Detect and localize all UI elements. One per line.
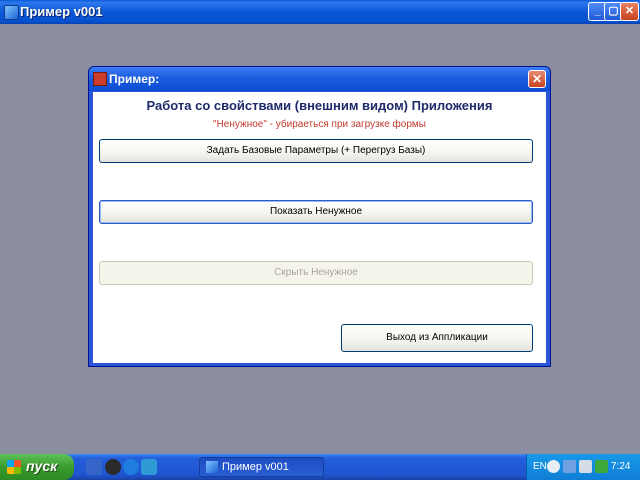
ie-icon[interactable]: [123, 459, 139, 475]
task-window-icon: [206, 461, 218, 473]
system-tray: EN 7:24: [526, 454, 640, 480]
tray-arrow-icon[interactable]: [547, 460, 560, 473]
clock: 7:24: [611, 461, 631, 472]
dialog-heading: Работа со свойствами (внешним видом) При…: [146, 98, 493, 113]
app-title: Пример v001: [20, 4, 103, 19]
media-player-icon[interactable]: [105, 459, 121, 475]
close-button[interactable]: ✕: [620, 2, 639, 21]
taskbar-app-button[interactable]: Пример v001: [199, 457, 324, 477]
vm-icon[interactable]: [563, 460, 576, 473]
start-button[interactable]: пуск: [0, 454, 74, 480]
task-label: Пример v001: [222, 461, 289, 473]
dialog-titlebar: Пример: ✕: [89, 67, 550, 91]
app-window-icon: [4, 5, 19, 20]
show-unneeded-button[interactable]: Показать Ненужное: [99, 200, 533, 224]
dialog-icon: [93, 72, 107, 86]
network-icon[interactable]: [595, 460, 608, 473]
start-label: пуск: [26, 458, 58, 474]
app-titlebar: Пример v001 _ ▢ ✕: [0, 0, 640, 24]
language-indicator[interactable]: EN: [533, 461, 547, 472]
exit-app-button[interactable]: Выход из Аппликации: [341, 324, 533, 352]
taskbar: пуск Пример v001 EN 7:24: [0, 454, 640, 480]
hide-unneeded-button[interactable]: Скрыть Ненужное: [99, 261, 533, 285]
dialog-title: Пример:: [109, 72, 160, 86]
dialog-close-button[interactable]: ✕: [528, 70, 546, 88]
speaker-icon[interactable]: [579, 460, 592, 473]
set-base-params-button[interactable]: Задать Базовые Параметры (+ Перегруз Баз…: [99, 139, 533, 163]
windows-logo-icon: [7, 460, 21, 474]
app-icon[interactable]: [141, 459, 157, 475]
dialog-body: Работа со свойствами (внешним видом) При…: [93, 92, 546, 363]
dialog-note: "Ненужное" - убираеться при загрузке фор…: [213, 119, 426, 130]
desktop-icon[interactable]: [86, 459, 102, 475]
